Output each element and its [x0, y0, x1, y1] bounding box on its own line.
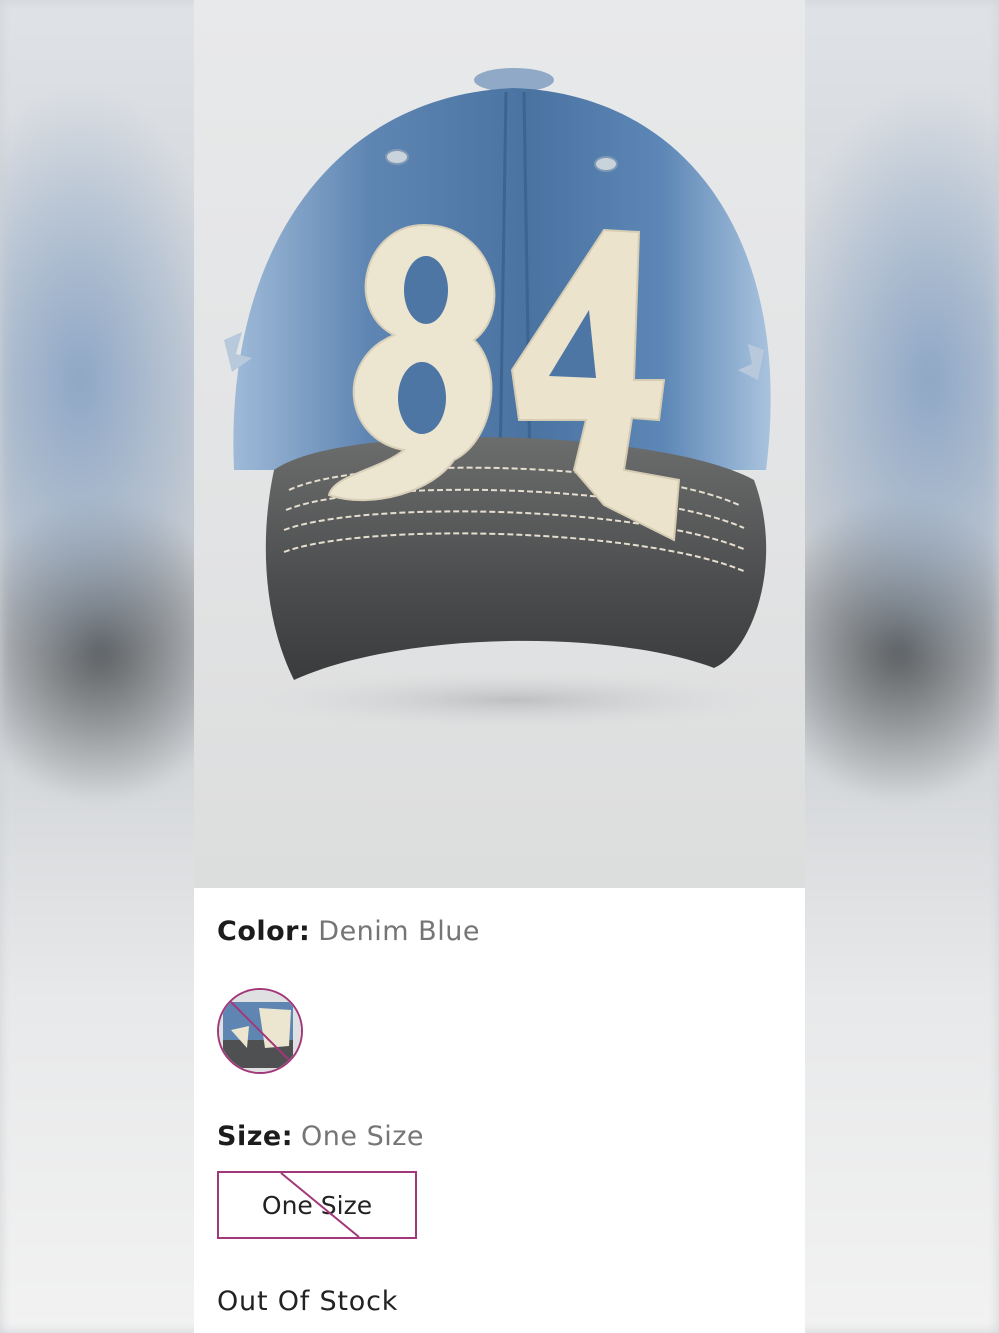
- stock-status: Out Of Stock: [217, 1286, 399, 1317]
- swatch-thumbnail: [219, 990, 301, 1072]
- color-swatch-denim-blue[interactable]: [217, 988, 303, 1074]
- product-image[interactable]: [194, 0, 805, 888]
- size-option-one-size[interactable]: One Size: [217, 1171, 417, 1239]
- color-value: Denim Blue: [318, 916, 480, 947]
- size-row: Size: One Size: [217, 1121, 424, 1152]
- size-value: One Size: [301, 1121, 425, 1152]
- cap-illustration: [224, 68, 774, 730]
- product-sheet: Color: Denim Blue Size: One Size One Size …: [194, 0, 805, 1333]
- unavailable-strike-icon: [280, 1173, 360, 1237]
- color-label: Color:: [217, 916, 311, 947]
- color-row: Color: Denim Blue: [217, 916, 480, 947]
- size-label: Size:: [217, 1121, 294, 1152]
